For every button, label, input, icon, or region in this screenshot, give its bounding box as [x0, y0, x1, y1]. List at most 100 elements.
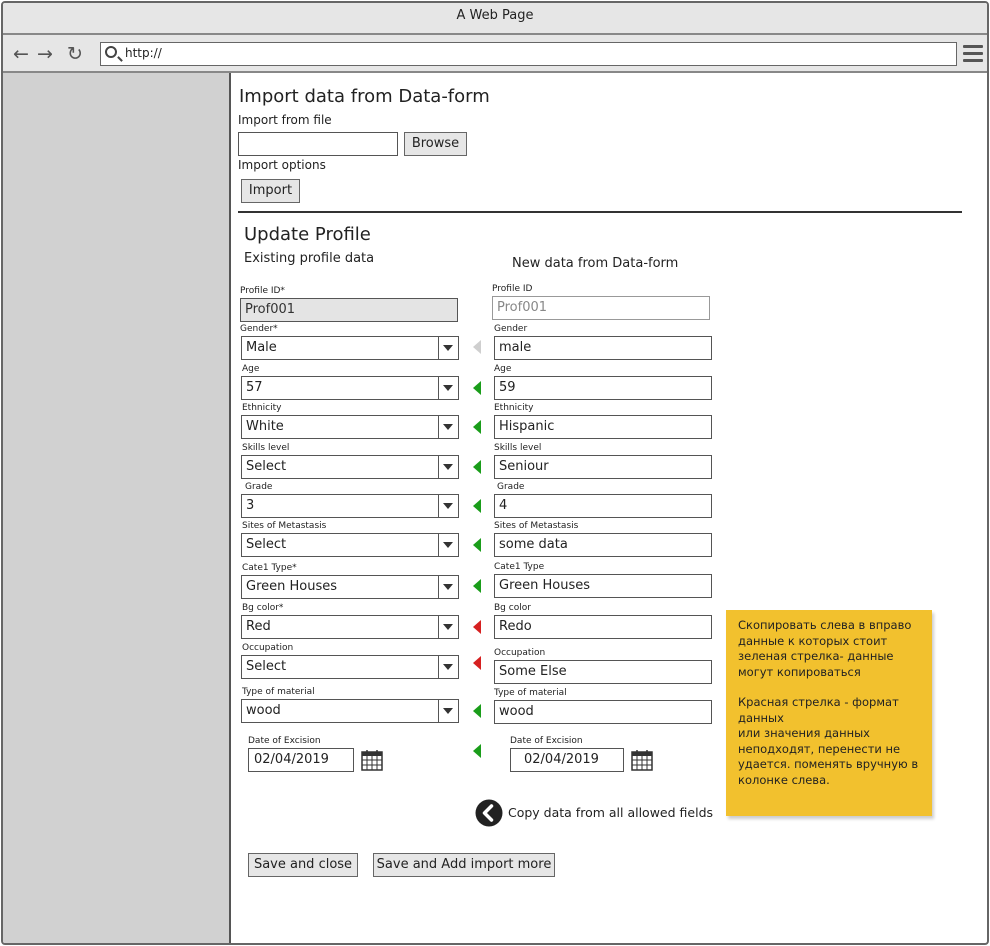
- copy-arrow-icon[interactable]: [473, 704, 481, 718]
- right-field-label: Cate1 Type: [494, 562, 545, 572]
- left-select-field[interactable]: wood: [241, 699, 459, 723]
- chevron-down-icon[interactable]: [438, 456, 458, 478]
- right-field-input[interactable]: some data: [494, 533, 712, 557]
- right-field-label: Skills level: [494, 443, 542, 453]
- left-field-label: Profile ID*: [240, 286, 285, 296]
- excision-left-label: Date of Excision: [248, 736, 321, 746]
- copy-arrow-icon[interactable]: [473, 499, 481, 513]
- left-field-label: Occupation: [242, 643, 294, 653]
- chevron-down-icon[interactable]: [438, 700, 458, 722]
- back-arrow-icon[interactable]: ←: [9, 35, 33, 73]
- copy-all-link[interactable]: Copy data from all allowed fields: [508, 805, 713, 820]
- chevron-down-icon[interactable]: [438, 576, 458, 598]
- right-field-input[interactable]: 59: [494, 376, 712, 400]
- left-select-field[interactable]: Red: [241, 615, 459, 639]
- right-field-input[interactable]: wood: [494, 700, 712, 724]
- excision-copy-arrow-icon[interactable]: [473, 744, 481, 758]
- right-field-input[interactable]: Redo: [494, 615, 712, 639]
- excision-right-label: Date of Excision: [510, 736, 583, 746]
- copy-arrow-icon[interactable]: [473, 381, 481, 395]
- copy-arrow-icon[interactable]: [473, 656, 481, 670]
- copy-arrow-icon[interactable]: [473, 538, 481, 552]
- left-field-label: Sites of Metastasis: [242, 521, 327, 531]
- chevron-down-icon[interactable]: [438, 337, 458, 359]
- right-field-label: Occupation: [494, 648, 546, 658]
- calendar-icon[interactable]: [361, 749, 383, 771]
- window-title: A Web Page: [456, 8, 534, 23]
- left-select-value: Select: [246, 459, 287, 474]
- left-select-value: 57: [246, 380, 263, 395]
- import-button[interactable]: Import: [241, 179, 300, 203]
- left-select-field[interactable]: Select: [241, 655, 459, 679]
- copy-arrow-icon[interactable]: [473, 579, 481, 593]
- left-select-field[interactable]: Select: [241, 455, 459, 479]
- copy-arrow-icon[interactable]: [473, 460, 481, 474]
- copy-arrow-icon[interactable]: [473, 620, 481, 634]
- import-title: Import data from Data-form: [239, 86, 490, 107]
- chevron-left-circle-icon[interactable]: [475, 799, 503, 827]
- left-field-label: Skills level: [242, 443, 290, 453]
- left-field-label: Grade: [245, 482, 273, 492]
- address-bar[interactable]: http://: [100, 42, 957, 66]
- save-and-close-button[interactable]: Save and close: [248, 853, 358, 877]
- right-field-input: Prof001: [492, 296, 710, 320]
- right-field-label: Profile ID: [492, 284, 533, 294]
- update-title: Update Profile: [244, 224, 371, 245]
- section-divider: [238, 211, 962, 213]
- forward-arrow-icon[interactable]: →: [33, 35, 57, 73]
- right-field-label: Age: [494, 364, 512, 374]
- chevron-down-icon[interactable]: [438, 534, 458, 556]
- right-field-input[interactable]: Hispanic: [494, 415, 712, 439]
- left-select-field[interactable]: Male: [241, 336, 459, 360]
- copy-arrow-icon[interactable]: [473, 340, 481, 354]
- note-text-green: Скопировать слева в вправо данные к кото…: [738, 618, 912, 679]
- left-select-value: Red: [246, 619, 271, 634]
- left-field-label: Age: [242, 364, 260, 374]
- import-file-label: Import from file: [238, 113, 332, 127]
- calendar-icon[interactable]: [631, 749, 653, 771]
- search-icon: [105, 46, 117, 58]
- left-select-value: White: [246, 419, 284, 434]
- import-options-label: Import options: [238, 158, 326, 172]
- profile-id-field: Prof001: [240, 298, 458, 322]
- left-field-label: Bg color*: [242, 603, 284, 613]
- chevron-down-icon[interactable]: [438, 656, 458, 678]
- left-select-value: 3: [246, 498, 255, 513]
- excision-left-input[interactable]: 02/04/2019: [248, 748, 354, 772]
- chevron-down-icon[interactable]: [438, 377, 458, 399]
- left-select-value: Male: [246, 340, 277, 355]
- copy-arrow-icon[interactable]: [473, 420, 481, 434]
- left-select-field[interactable]: Select: [241, 533, 459, 557]
- right-field-input[interactable]: Some Else: [494, 660, 712, 684]
- right-field-input[interactable]: 4: [494, 494, 712, 518]
- left-field-label: Ethnicity: [242, 403, 282, 413]
- left-select-value: wood: [246, 703, 281, 718]
- sticky-note: Скопировать слева в вправо данные к кото…: [726, 610, 932, 816]
- left-field-label: Cate1 Type*: [242, 563, 297, 573]
- existing-data-label: Existing profile data: [244, 251, 375, 266]
- save-and-add-import-more-button[interactable]: Save and Add import more: [373, 853, 555, 877]
- right-field-label: Gender: [494, 324, 528, 334]
- right-field-label: Ethnicity: [494, 403, 534, 413]
- left-select-field[interactable]: Green Houses: [241, 575, 459, 599]
- reload-icon[interactable]: ↻: [63, 35, 87, 73]
- right-field-label: Bg color: [494, 603, 531, 613]
- left-select-field[interactable]: 3: [241, 494, 459, 518]
- browser-toolbar: ← → ↻ http://: [3, 35, 987, 73]
- right-field-label: Type of material: [494, 688, 567, 698]
- url-text: http://: [125, 46, 162, 60]
- chevron-down-icon[interactable]: [438, 416, 458, 438]
- right-field-input[interactable]: Green Houses: [494, 574, 712, 598]
- browse-button[interactable]: Browse: [404, 132, 467, 156]
- chevron-down-icon[interactable]: [438, 495, 458, 517]
- left-select-field[interactable]: White: [241, 415, 459, 439]
- right-field-input[interactable]: Seniour: [494, 455, 712, 479]
- right-field-label: Grade: [497, 482, 525, 492]
- menu-icon[interactable]: [963, 45, 983, 63]
- left-sidebar: [3, 73, 231, 943]
- chevron-down-icon[interactable]: [438, 616, 458, 638]
- import-file-input[interactable]: [238, 132, 398, 156]
- right-field-input[interactable]: male: [494, 336, 712, 360]
- left-select-field[interactable]: 57: [241, 376, 459, 400]
- excision-right-input[interactable]: 02/04/2019: [510, 748, 624, 772]
